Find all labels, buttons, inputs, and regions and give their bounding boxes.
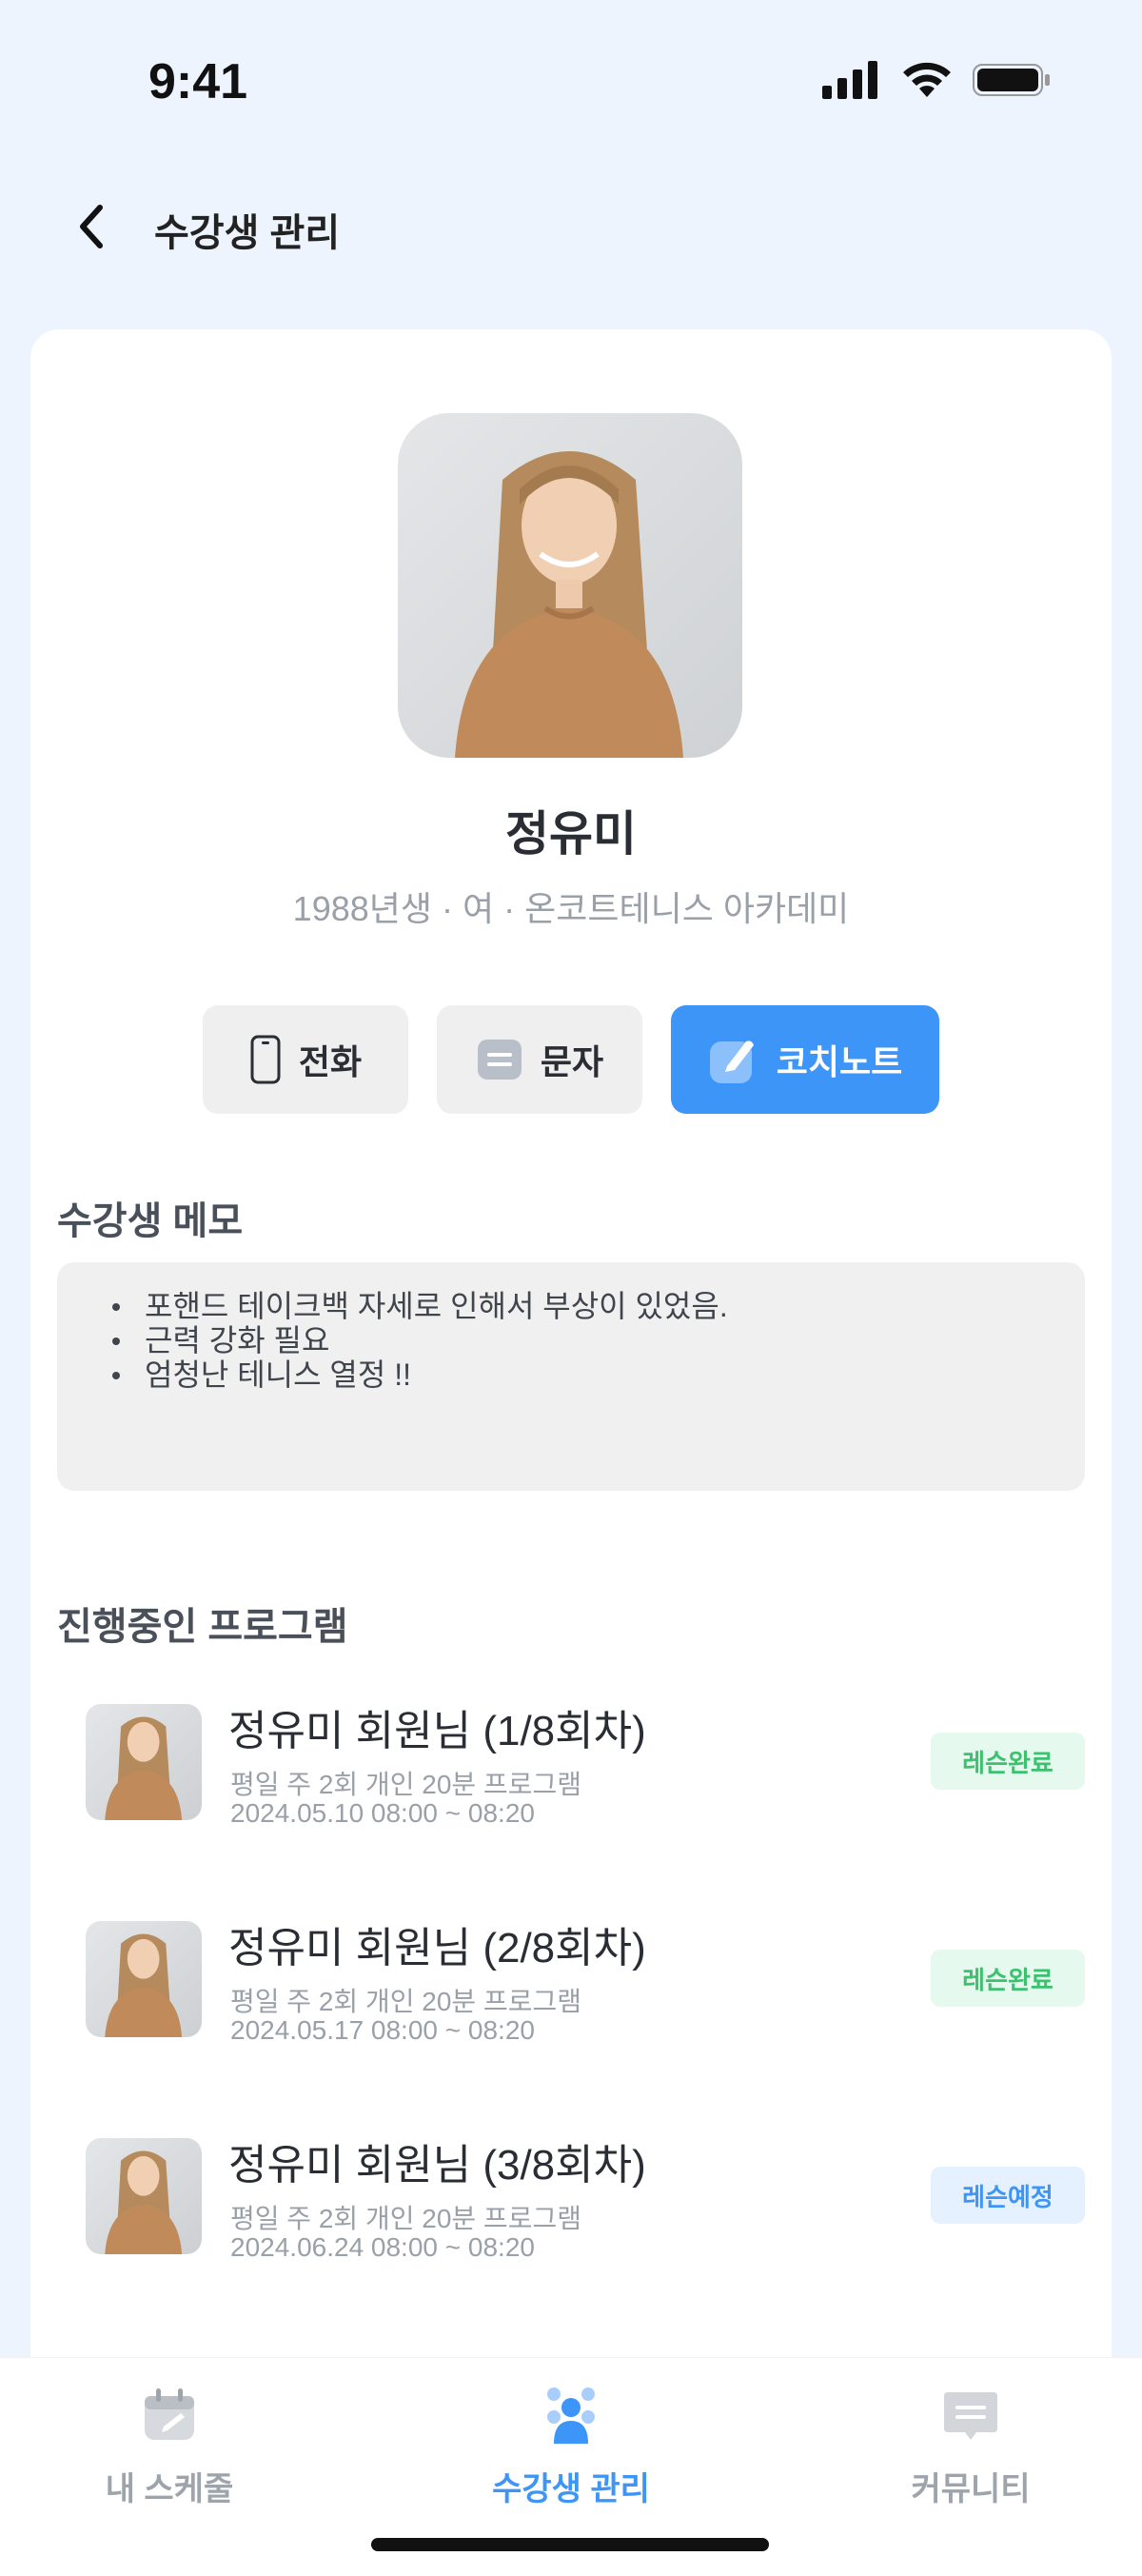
coachnote-label: 코치노트: [776, 1042, 903, 1081]
program-detail: 평일 주 2회 개인 20분 프로그램 2024.05.10 08:00 ~ 0…: [230, 1771, 581, 1828]
status-icons: [822, 61, 1051, 99]
status-badge: 레슨예정: [931, 2167, 1085, 2224]
person-thumbnail: [105, 1716, 183, 1820]
message-icon: [477, 1040, 522, 1080]
program-description: 평일 주 2회 개인 20분 프로그램: [230, 2204, 581, 2233]
memo-item: 근력 강화 필요: [112, 1323, 1085, 1357]
signal-icon: [822, 61, 877, 99]
profile-photo: [398, 413, 742, 758]
program-description: 평일 주 2회 개인 20분 프로그램: [230, 1770, 581, 1799]
action-row: 전화 문자 코치노트: [203, 1005, 939, 1114]
program-item[interactable]: 정유미 회원님 (1/8회차) 평일 주 2회 개인 20분 프로그램 2024…: [86, 1704, 1085, 1828]
memo-title: 수강생 메모: [57, 1200, 244, 1242]
status-time: 9:41: [148, 54, 248, 109]
header: 수강생 관리: [0, 181, 1142, 276]
memo-item: 엄청난 테니스 열정 !!: [112, 1357, 1085, 1392]
program-title: 정유미 회원님 (1/8회차): [228, 1708, 646, 1754]
tab-label: 수강생 관리: [492, 2471, 650, 2507]
back-button[interactable]: [63, 198, 120, 255]
profile-card: 정유미 1988년생 · 여 · 온코트테니스 아카데미 전화 문자 코치노트: [30, 329, 1112, 2576]
profile-name: 정유미: [505, 807, 637, 861]
page-title: 수강생 관리: [154, 212, 341, 254]
chat-icon: [944, 2392, 997, 2440]
memo-box: 포핸드 테이크백 자세로 인해서 부상이 있었음. 근력 강화 필요 엄청난 테…: [57, 1262, 1085, 1491]
message-button[interactable]: 문자: [437, 1005, 642, 1114]
calendar-icon: [145, 2388, 194, 2440]
program-detail: 평일 주 2회 개인 20분 프로그램 2024.06.24 08:00 ~ 0…: [230, 2205, 581, 2262]
person-thumbnail: [105, 1933, 183, 2037]
program-thumbnail: [86, 1921, 202, 2037]
person-thumbnail: [105, 2150, 183, 2254]
tab-label: 커뮤니티: [911, 2471, 1031, 2507]
program-datetime: 2024.05.17 08:00 ~ 08:20: [230, 2015, 535, 2045]
program-thumbnail: [86, 1704, 202, 1820]
person-illustration: [455, 451, 683, 758]
program-thumbnail: [86, 2138, 202, 2254]
message-label: 문자: [540, 1042, 604, 1081]
coachnote-button[interactable]: 코치노트: [671, 1005, 939, 1114]
program-detail: 평일 주 2회 개인 20분 프로그램 2024.05.17 08:00 ~ 0…: [230, 1988, 581, 2045]
call-label: 전화: [298, 1042, 363, 1081]
tab-community[interactable]: 커뮤니티: [847, 2385, 1094, 2509]
tab-schedule[interactable]: 내 스케줄: [46, 2385, 293, 2509]
program-title: 정유미 회원님 (2/8회차): [228, 1925, 646, 1972]
chevron-left-icon: [80, 205, 103, 248]
students-icon: [547, 2388, 595, 2444]
program-datetime: 2024.05.10 08:00 ~ 08:20: [230, 1798, 535, 1828]
program-title: 정유미 회원님 (3/8회차): [228, 2142, 646, 2189]
home-indicator: [371, 2538, 769, 2551]
programs-title: 진행중인 프로그램: [57, 1606, 348, 1648]
note-pen-icon: [709, 1040, 754, 1083]
memo-item: 포핸드 테이크백 자세로 인해서 부상이 있었음.: [112, 1289, 1085, 1323]
status-badge: 레슨완료: [931, 1733, 1085, 1790]
program-item[interactable]: 정유미 회원님 (3/8회차) 평일 주 2회 개인 20분 프로그램 2024…: [86, 2138, 1085, 2262]
memo-list: 포핸드 테이크백 자세로 인해서 부상이 있었음. 근력 강화 필요 엄청난 테…: [112, 1289, 1085, 1392]
tab-students[interactable]: 수강생 관리: [447, 2385, 695, 2509]
call-button[interactable]: 전화: [203, 1005, 408, 1114]
status-bar: 9:41: [0, 0, 1142, 168]
phone-icon: [250, 1035, 281, 1084]
battery-icon: [973, 64, 1050, 96]
program-datetime: 2024.06.24 08:00 ~ 08:20: [230, 2232, 535, 2262]
status-badge: 레슨완료: [931, 1950, 1085, 2007]
tab-label: 내 스케줄: [105, 2471, 234, 2507]
program-item[interactable]: 정유미 회원님 (2/8회차) 평일 주 2회 개인 20분 프로그램 2024…: [86, 1921, 1085, 2045]
program-description: 평일 주 2회 개인 20분 프로그램: [230, 1987, 581, 2016]
profile-info: 1988년생 · 여 · 온코트테니스 아카데미: [292, 889, 850, 928]
wifi-icon: [903, 62, 951, 97]
